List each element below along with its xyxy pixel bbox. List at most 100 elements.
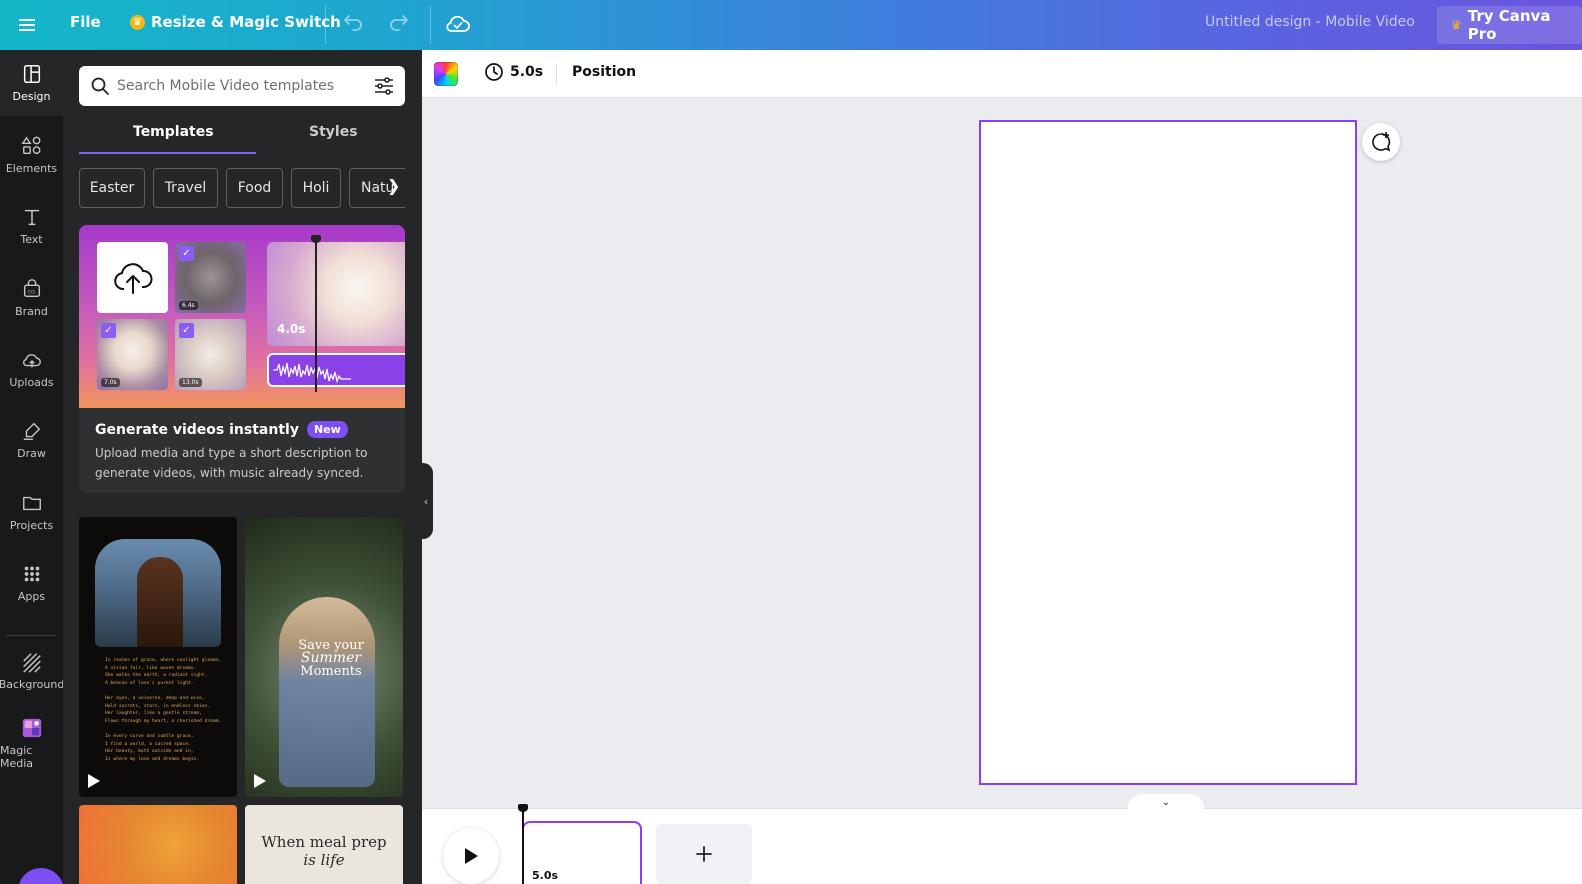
top-bar: File ♛ Resize & Magic Switch Untitled de… (0, 0, 1582, 50)
rail-item-design[interactable]: Design (0, 50, 63, 116)
template-thumbnail[interactable]: In realms of grace, where sunlight gleam… (79, 517, 237, 797)
rail-item-label: Background (0, 678, 65, 691)
hatch-icon (22, 653, 41, 673)
try-canva-pro-button[interactable]: ♛ Try Canva Pro (1437, 6, 1582, 44)
rail-item-uploads[interactable]: Uploads (0, 336, 63, 402)
templates-panel: Templates Styles Easter Travel Food Holi… (63, 50, 422, 884)
duration-label: 6.4s (179, 301, 198, 310)
duration-label: 13.0s (179, 378, 202, 387)
play-icon (465, 848, 478, 864)
background-color-swatch[interactable] (434, 62, 458, 86)
add-page-button[interactable] (656, 824, 752, 884)
brand-icon: CO. (23, 279, 40, 298)
design-title[interactable]: Untitled design - Mobile Video (1205, 14, 1415, 30)
divider (325, 6, 326, 44)
waveform-icon (273, 362, 351, 384)
chip-holi[interactable]: Holi (291, 168, 341, 208)
chip-food[interactable]: Food (226, 168, 283, 208)
design-page[interactable] (979, 120, 1357, 785)
rail-item-label: Design (12, 90, 51, 103)
rail-item-text[interactable]: Text (0, 193, 63, 259)
chip-easter[interactable]: Easter (79, 168, 145, 208)
timeline-clip[interactable]: 5.0s (522, 821, 642, 884)
resize-magic-switch-button[interactable]: ♛ Resize & Magic Switch (130, 13, 341, 31)
tab-templates[interactable]: Templates (133, 124, 214, 140)
layout-icon (23, 65, 40, 83)
cloud-saved-icon[interactable] (444, 11, 472, 41)
play-icon (88, 774, 100, 788)
rail-item-label: Magic Media (0, 743, 34, 770)
promo-title-text: Generate videos instantly (95, 421, 299, 438)
resize-magic-switch-label: Resize & Magic Switch (151, 13, 341, 31)
add-comment-button[interactable] (1362, 123, 1400, 161)
chevron-down-icon[interactable]: ⌄ (1128, 794, 1204, 810)
redo-icon[interactable] (386, 11, 412, 41)
divider (556, 64, 557, 84)
magic-media-icon (22, 718, 41, 737)
template-poem-text: In realms of grace, where sunlight gleam… (105, 658, 222, 762)
duration-label: 7.0s (101, 378, 120, 387)
check-icon: ✓ (179, 246, 194, 261)
audio-waveform (267, 353, 405, 387)
rail-item-label: Brand (15, 305, 48, 318)
text-icon (24, 209, 39, 226)
help-fab-button[interactable] (18, 868, 64, 884)
template-thumbnail[interactable] (79, 805, 237, 884)
try-canva-pro-label: Try Canva Pro (1467, 7, 1551, 43)
rail-item-draw[interactable]: Draw (0, 407, 63, 473)
media-thumbnail: ✓ 7.0s (97, 319, 168, 390)
playhead (311, 235, 321, 392)
shapes-icon (21, 136, 40, 155)
clip-duration: 5.0s (532, 869, 559, 882)
search-icon (91, 77, 109, 95)
folder-icon (22, 496, 41, 511)
collapse-panel-handle[interactable]: ‹ (419, 463, 433, 539)
template-thumbnail[interactable]: When meal prep is life (245, 805, 403, 884)
rail-item-label: Text (20, 233, 43, 246)
undo-icon[interactable] (340, 11, 366, 41)
rail-item-label: Uploads (9, 376, 54, 389)
template-thumbnail[interactable]: Save your Summer Moments (245, 517, 403, 797)
rail-item-magic-media[interactable]: Magic Media (0, 710, 63, 776)
template-title: When meal prep is life (255, 833, 393, 869)
file-menu-button[interactable]: File (70, 13, 101, 31)
template-title-line: Moments (300, 664, 362, 679)
media-thumbnail: ✓ 6.4s (175, 242, 246, 313)
duration-button[interactable]: 5.0s (484, 62, 543, 82)
timeline-playhead[interactable] (518, 804, 528, 884)
chip-travel[interactable]: Travel (153, 168, 218, 208)
clock-icon (485, 63, 503, 81)
chevron-right-icon[interactable]: ❯ (387, 176, 400, 195)
promo-description: Upload media and type a short descriptio… (95, 446, 368, 480)
tab-styles[interactable]: Styles (309, 124, 358, 140)
rail-item-projects[interactable]: Projects (0, 479, 63, 545)
comment-add-icon (1372, 132, 1391, 152)
rail-divider (6, 635, 56, 636)
media-thumbnail: ✓ 13.0s (175, 319, 246, 390)
menu-icon[interactable] (14, 12, 40, 38)
crown-icon: ♛ (130, 14, 145, 30)
rail-item-apps[interactable]: Apps (0, 550, 63, 616)
generate-videos-card[interactable]: ✓ 6.4s ✓ 7.0s ✓ 13.0s 4.0s Generate vide… (79, 225, 405, 493)
duration-label: 4.0s (277, 322, 306, 336)
promo-title: Generate videos instantly New (95, 421, 348, 438)
svg-text:CO.: CO. (27, 290, 35, 296)
rail-item-elements[interactable]: Elements (0, 122, 63, 188)
position-button[interactable]: Position (572, 64, 636, 80)
side-rail: Design Elements Text CO. Brand Uploads D… (0, 50, 65, 884)
cloud-upload-icon (113, 262, 152, 294)
template-title-line: is life (303, 851, 345, 869)
search-box[interactable] (79, 66, 405, 106)
search-input[interactable] (117, 74, 357, 98)
template-title-line: When meal prep (261, 833, 387, 851)
video-preview: 4.0s (267, 242, 405, 346)
filter-icon[interactable] (373, 75, 395, 97)
cloud-upload-icon (22, 354, 41, 368)
rail-item-label: Projects (9, 519, 54, 532)
rail-item-background[interactable]: Background (0, 638, 65, 704)
play-button[interactable] (443, 828, 499, 884)
duration-value: 5.0s (510, 64, 544, 80)
crown-icon: ♛ (1451, 18, 1462, 32)
rail-item-brand[interactable]: CO. Brand (0, 265, 63, 331)
grid-icon (24, 566, 39, 582)
